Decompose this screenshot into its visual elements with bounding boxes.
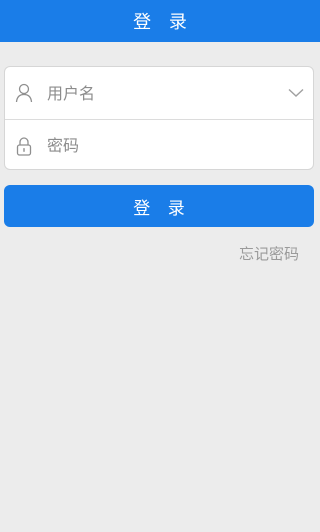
login-form xyxy=(4,66,314,170)
chevron-down-icon[interactable] xyxy=(279,67,313,119)
page-title: 登 录 xyxy=(133,12,193,33)
password-input[interactable] xyxy=(43,119,313,169)
lock-icon xyxy=(5,120,43,170)
password-field-row xyxy=(5,119,313,170)
forgot-password-link[interactable]: 忘记密码 xyxy=(239,243,299,264)
login-button[interactable]: 登 录 xyxy=(4,185,314,227)
user-icon xyxy=(5,67,43,119)
username-input[interactable] xyxy=(43,67,279,119)
username-field-row xyxy=(5,67,313,119)
top-app-bar: 登 录 xyxy=(0,0,320,42)
